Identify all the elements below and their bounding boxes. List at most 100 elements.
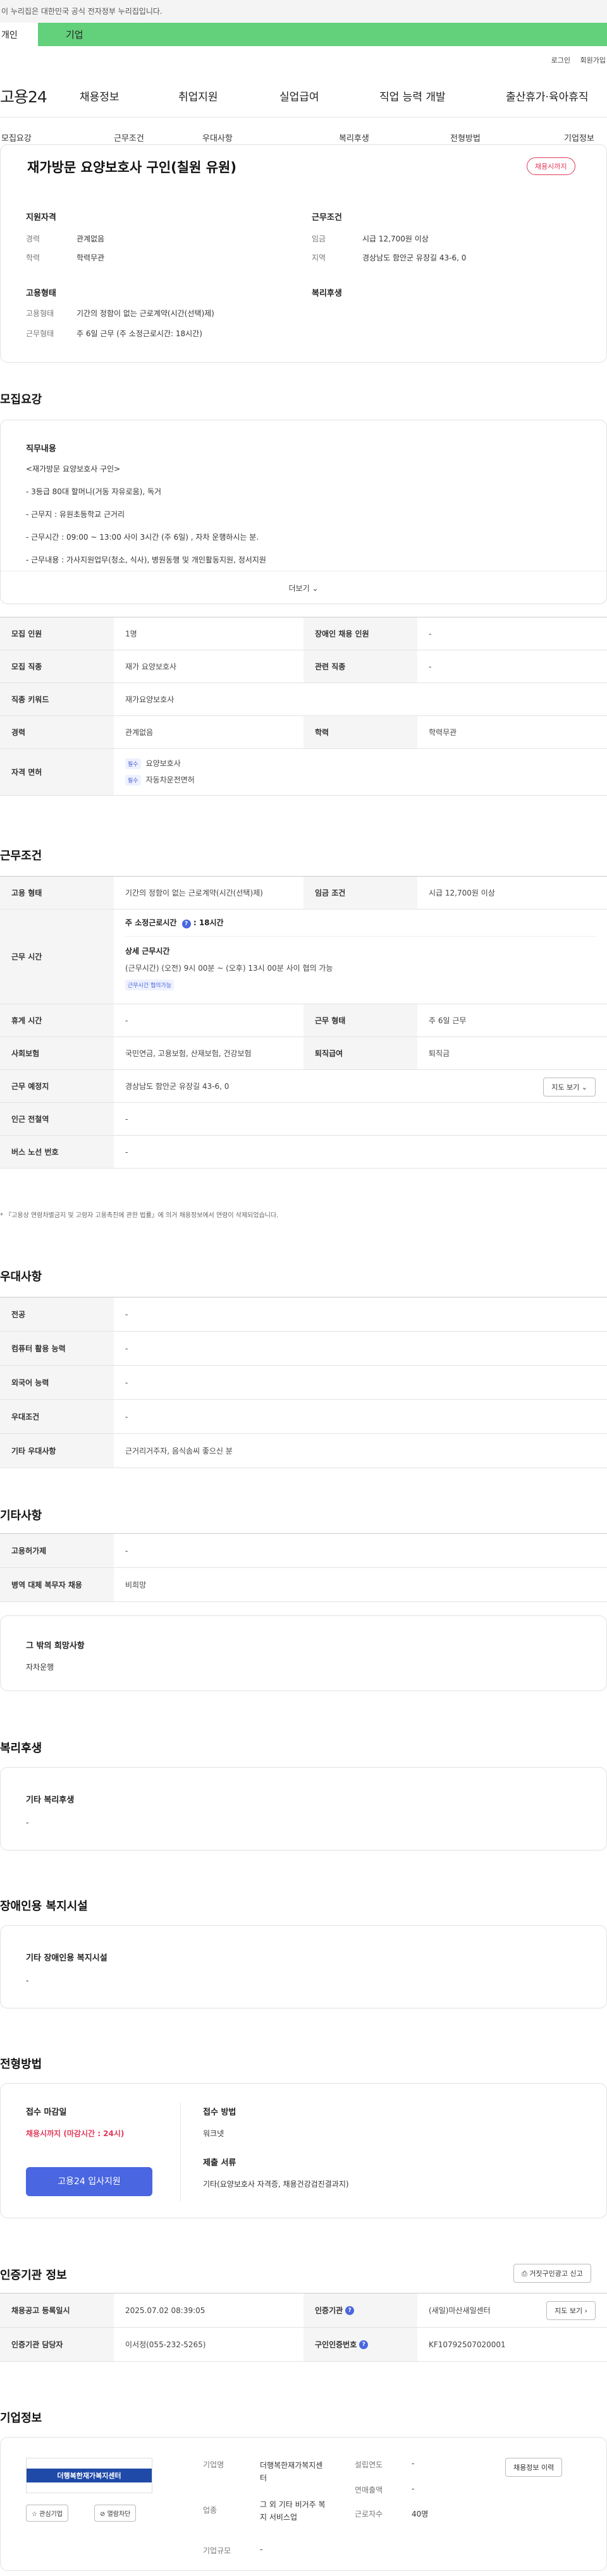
gnb-item[interactable]: 채용정보 (80, 88, 120, 104)
snb-item[interactable]: 모집요강 (1, 131, 32, 143)
cert-table: 채용공고 등록일시 2025.07.02 08:39:05 인증기관? (새일)… (0, 2293, 607, 2362)
util-links: 로그인 회원가입 (481, 55, 607, 65)
gnb-item[interactable]: 출산휴가·육아휴직 (506, 88, 589, 104)
map-button[interactable]: 지도 보기 ⌄ (543, 1078, 596, 1097)
login-link[interactable]: 로그인 (551, 56, 570, 64)
job-summary-card: 재가방문 요양보호사 구인(칠원 유원) 채용시까지 지원자격 경력 관계없음 … (0, 144, 607, 363)
cert-heading: 인증기관 정보 (0, 2269, 67, 2282)
snb-item[interactable]: 우대사항 (202, 131, 233, 143)
tab-company-label: 기업 (66, 29, 83, 40)
sales-key: 연매출액 (355, 2486, 383, 2494)
th: 전공 (0, 1297, 114, 1331)
hope-card: 그 밖의 희망사항 자차운행 (0, 1615, 607, 1691)
th: 기타 우대사항 (0, 1434, 114, 1467)
th: 버스 노선 번호 (0, 1136, 114, 1168)
th: 사회보험 (0, 1037, 114, 1069)
th: 컴퓨터 활용 능력 (0, 1332, 114, 1365)
td: 경상남도 함안군 유장길 43-6, 0 (125, 1082, 230, 1091)
th: 고용 형태 (0, 877, 114, 909)
method-value: 워크넷 (203, 2129, 224, 2138)
table-row: 컴퓨터 활용 능력 - (0, 1332, 607, 1366)
td: 2025.07.02 08:39:05 (125, 2306, 205, 2315)
recruit-heading: 모집요강 (0, 393, 42, 406)
map-label: 지도 보기 (555, 2307, 583, 2315)
conditions-heading: 근무조건 (0, 849, 42, 863)
edu-key: 학력 (26, 253, 40, 262)
license: 자동차운전면허 (145, 775, 195, 784)
interest-label: 관심기업 (39, 2511, 63, 2518)
sales-value: - (412, 2484, 415, 2493)
info-icon[interactable]: ? (345, 2306, 355, 2315)
etc-table: 고용허가제 - 병역 대체 복무자 채용 비희망 (0, 1533, 607, 1602)
star-icon: ☆ (32, 2511, 37, 2518)
company-name-value: 더행복한재가복지센터 (260, 2461, 323, 2482)
selection-heading: 전형방법 (0, 2058, 42, 2071)
qual-title: 지원자격 (26, 213, 56, 222)
snb-item[interactable]: 복리후생 (339, 131, 369, 143)
gov-banner: 이 누리집은 대한민국 공식 전자정부 누리집입니다. (0, 0, 607, 23)
td: 재가요양보호사 (125, 695, 175, 704)
info-icon[interactable]: ? (359, 2340, 369, 2349)
th: 채용공고 등록일시 (0, 2293, 114, 2327)
chevron-right-icon: › (584, 2307, 587, 2315)
th: 경력 (0, 716, 114, 748)
required-tag: 필수 (125, 758, 141, 769)
th: 장애인 채용 인원 (304, 617, 417, 650)
etc-heading: 기타사항 (0, 1509, 42, 1522)
table-row: 모집 인원 1명 장애인 채용 인원 - (0, 617, 607, 650)
snb-item[interactable]: 전형방법 (450, 131, 481, 143)
th: 자격 면허 (0, 749, 114, 795)
docs-title: 제출 서류 (203, 2158, 236, 2168)
report-button[interactable]: ⎙ 거짓구인광고 신고 (513, 2264, 591, 2283)
hope-title: 그 밖의 희망사항 (26, 1641, 85, 1651)
gnb-item[interactable]: 직업 능력 개발 (379, 88, 446, 104)
th: 직종 키워드 (0, 683, 114, 715)
table-row: 인근 전철역 - (0, 1103, 607, 1136)
recruit-table: 모집 인원 1명 장애인 채용 인원 - 모집 직종 재가 요양보호사 관련 직… (0, 617, 607, 796)
divider (180, 2103, 181, 2201)
th: 인증기관? (304, 2293, 417, 2327)
tab-personal[interactable]: 개인 (0, 23, 38, 46)
snb-item[interactable]: 기업정보 (564, 131, 594, 143)
method-title: 접수 방법 (203, 2108, 236, 2117)
job-history-button[interactable]: 채용정보 이력 (505, 2458, 563, 2477)
logo[interactable]: 고용24 (0, 85, 63, 107)
block-button[interactable]: ⊘ 열람차단 (94, 2505, 137, 2522)
emptype-key: 고용형태 (26, 309, 54, 318)
apply-button[interactable]: 고용24 입사지원 (26, 2167, 152, 2196)
table-row: 우대조건 - (0, 1400, 607, 1434)
agency-map-button[interactable]: 지도 보기 › (546, 2301, 596, 2320)
interest-button[interactable]: ☆ 관심기업 (26, 2505, 68, 2522)
info-icon[interactable]: ? (181, 920, 191, 928)
td: 퇴직금 (429, 1049, 450, 1058)
td: 1명 (125, 629, 137, 638)
table-row: 경력 관계없음 학력 학력무관 (0, 716, 607, 749)
chevron-down-icon: ⌄ (312, 584, 319, 593)
conditions-table: 고용 형태 기간의 정함이 없는 근로계약(시간(선택)제) 임금 조건 시급 … (0, 876, 607, 1169)
th: 모집 인원 (0, 617, 114, 650)
job-title: 재가방문 요양보호사 구인(칠원 유원) (27, 160, 236, 175)
tab-company[interactable]: 기업 (38, 23, 607, 46)
td: - (125, 1147, 128, 1157)
td: 시급 12,700원 이상 (429, 889, 495, 897)
detail-title: 상세 근무시간 (125, 936, 596, 956)
td: - (125, 1344, 128, 1353)
table-row: 사회보험 국민연금, 고용보험, 산재보험, 건강보험 퇴직급여 퇴직금 (0, 1037, 607, 1070)
license-cell: 필수 요양보호사 필수 자동차운전면허 (114, 749, 607, 795)
td: - (125, 1412, 128, 1421)
gnb-item[interactable]: 실업급여 (279, 88, 319, 104)
table-row: 근무 예정지 경상남도 함안군 유장길 43-6, 0 지도 보기 ⌄ (0, 1070, 607, 1103)
th-text: 구인인증번호 (315, 2340, 357, 2349)
preference-table: 전공 - 컴퓨터 활용 능력 - 외국어 능력 - 우대조건 - 기타 우대사항 근거리거… (0, 1297, 607, 1468)
company-logo: 더행복한재가복지센터 (26, 2458, 152, 2493)
duty-line: - 근무내용 : 가사지원업무(청소, 식사), 병원동행 및 개인활동지원, … (26, 556, 266, 564)
join-link[interactable]: 회원가입 (580, 56, 606, 64)
th: 병역 대체 복무자 채용 (0, 1568, 114, 1601)
td: 주 6일 근무 (429, 1016, 467, 1025)
global-nav: 고용24 채용정보 취업지원 실업급여 직업 능력 개발 출산휴가·육아휴직 (0, 75, 607, 118)
welfare-value: - (26, 1818, 29, 1827)
snb-item[interactable]: 근무조건 (114, 131, 144, 143)
more-button[interactable]: 더보기 ⌄ (1, 571, 606, 604)
gnb-item[interactable]: 취업지원 (178, 88, 218, 104)
td: 재가 요양보호사 (125, 662, 177, 671)
